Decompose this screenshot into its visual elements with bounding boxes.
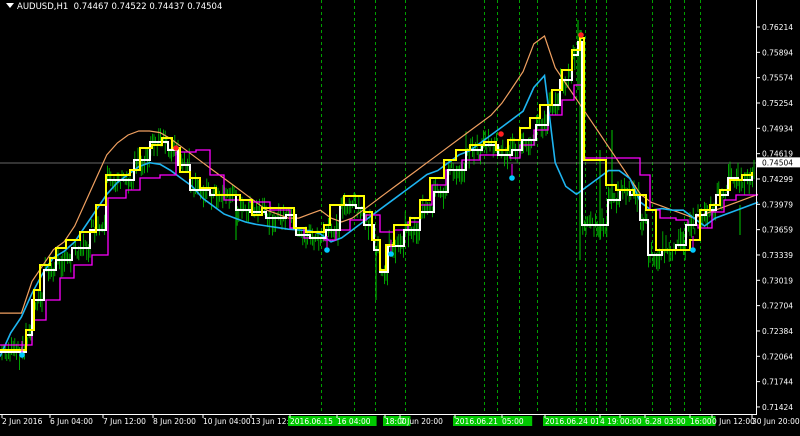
price-chart[interactable]: 0.76214 0.75894 0.75574 0.75254 0.74934 0.746… (0, 0, 800, 432)
y-tick-label: 0.72384 (762, 327, 793, 336)
y-tick-label: 0.74934 (762, 124, 793, 133)
up-signal-marker (324, 247, 330, 253)
y-tick-label: 0.75574 (762, 74, 793, 83)
up-signal-marker (690, 247, 696, 253)
y-tick-label: 0.73979 (762, 200, 793, 209)
dropdown-triangle-icon[interactable] (6, 3, 14, 8)
chart-header: AUDUSD,H1 0.74467 0.74522 0.74437 0.7450… (6, 2, 222, 12)
x-tick-label: 2 Jun 2016 (2, 417, 43, 426)
y-tick-label: 0.72064 (762, 352, 793, 361)
y-tick-label: 0.71744 (762, 378, 793, 387)
y-tick-label: 0.74619 (762, 150, 793, 159)
y-tick-label: 0.73659 (762, 226, 793, 235)
y-tick-label: 0.75894 (762, 48, 793, 57)
y-tick-label: 0.75254 (762, 99, 793, 108)
x-tick-label: 7 Jun 20:00 (400, 417, 443, 426)
chart-canvas[interactable]: 0.76214 0.75894 0.75574 0.75254 0.74934 0.746… (0, 0, 800, 432)
y-tick-label: 0.72704 (762, 302, 793, 311)
down-signal-marker (578, 32, 584, 38)
y-tick-label: 0.74299 (762, 175, 793, 184)
x-tick-label: 7 Jun 12:00 (103, 417, 146, 426)
x-tick-label: 6 Jun 04:00 (50, 417, 93, 426)
x-tick-label: 30 Jun 20:00 (752, 417, 800, 426)
x-tick-label: 16:00 (690, 417, 712, 426)
up-signal-marker (388, 251, 394, 257)
symbol-label: AUDUSD,H1 (17, 2, 69, 12)
up-signal-marker (19, 352, 25, 358)
x-tick-label: 10 Jun 04:00 (203, 417, 251, 426)
down-signal-marker (173, 145, 179, 151)
y-tick-label: 0.73019 (762, 276, 793, 285)
x-tick-label: 8 Jun 20:00 (153, 417, 196, 426)
x-tick-label: 00:00 (620, 417, 642, 426)
x-tick-label: 0 Jun 12:00 (712, 417, 755, 426)
y-tick-label: 0.76214 (762, 23, 793, 32)
current-price-label: 0.74504 (762, 158, 793, 167)
x-tick-label: 05:00 (502, 417, 524, 426)
y-tick-label: 0.71424 (762, 403, 793, 412)
y-tick-label: 0.73339 (762, 251, 793, 260)
x-tick-label: 6.28 03:00 (645, 417, 686, 426)
x-tick-label: 16 04:00 (337, 417, 371, 426)
ohlc-values: 0.74467 0.74522 0.74437 0.74504 (73, 2, 223, 12)
down-signal-marker (498, 131, 504, 137)
up-signal-marker (509, 175, 515, 181)
